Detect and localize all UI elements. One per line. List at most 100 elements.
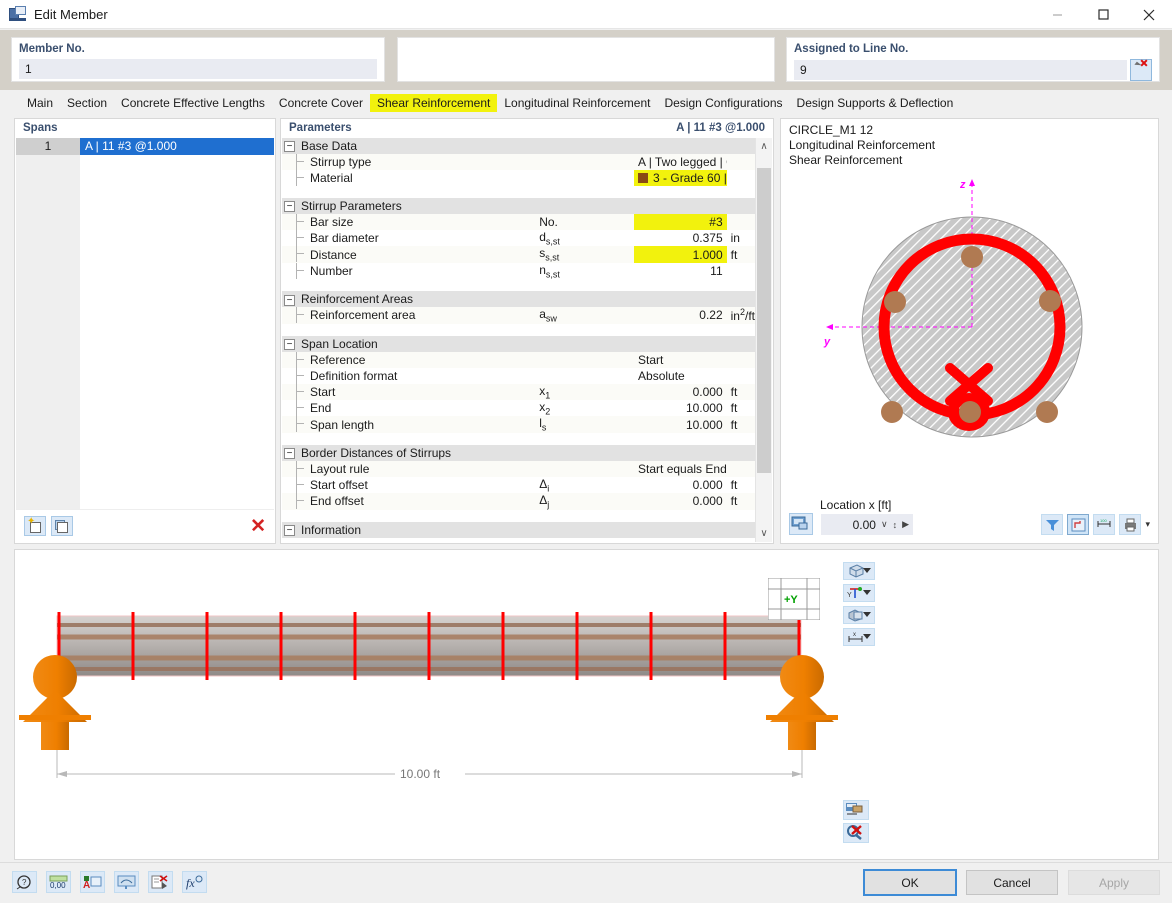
parameter-group-header[interactable]: − Border Distances of Stirrups (282, 444, 772, 461)
span-row-empty[interactable] (16, 342, 274, 359)
view-cube[interactable]: +Y (767, 577, 821, 621)
tab-main[interactable]: Main (20, 94, 60, 112)
parameter-value[interactable]: 1.000 (634, 246, 727, 263)
label-icon[interactable]: A (80, 871, 105, 893)
parameter-value[interactable]: 0.375 (634, 230, 727, 247)
help-icon[interactable]: ? (12, 871, 37, 893)
parameters-table[interactable]: −Base DataStirrup typeA | Two legged | C… (282, 138, 772, 538)
span-row-empty[interactable] (16, 359, 274, 376)
minimize-button[interactable] (1034, 0, 1080, 29)
parameter-value[interactable]: 10.000 (634, 399, 727, 417)
location-next-icon[interactable]: ▶ (902, 519, 909, 530)
span-row-empty[interactable] (16, 478, 274, 495)
display-icon[interactable] (114, 871, 139, 893)
render-mode-icon[interactable] (843, 562, 875, 580)
parameter-value[interactable]: 3 - Grade 60 | Isotropic... (634, 170, 727, 186)
parameter-value[interactable]: 11 (634, 262, 727, 280)
span-row-empty[interactable] (16, 461, 274, 478)
axis-system-icon[interactable]: Y (843, 584, 875, 602)
parameter-row[interactable]: Number ns,st 11 (282, 262, 772, 280)
tab-concrete-cover[interactable]: Concrete Cover (272, 94, 370, 112)
dimension-icon[interactable]: 100 (1093, 514, 1116, 535)
parameter-row[interactable]: Reference Start (282, 351, 772, 368)
parameter-row[interactable]: Span length ls 10.000 ft (282, 416, 772, 433)
assigned-line-input[interactable] (794, 60, 1127, 80)
pick-icon[interactable] (148, 871, 173, 893)
filter-icon[interactable] (1041, 514, 1064, 535)
new-span-icon[interactable]: ✦ (24, 516, 46, 536)
parameter-row[interactable]: Definition format Absolute (282, 367, 772, 384)
span-row-empty[interactable] (16, 325, 274, 342)
parameter-value[interactable]: #3 (634, 214, 727, 230)
span-row-empty[interactable] (16, 189, 274, 206)
parameter-value[interactable]: Absolute (634, 367, 727, 384)
beam-3d-view[interactable]: 10.00 ft (14, 549, 1159, 860)
group-expander-icon[interactable]: − (284, 294, 295, 306)
spans-grid[interactable]: 1A | 11 #3 @1.000 (16, 138, 274, 512)
parameter-group-header[interactable]: − Reinforcement Areas (282, 291, 772, 308)
tab-longitudinal-reinforcement[interactable]: Longitudinal Reinforcement (497, 94, 657, 112)
group-expander-icon[interactable]: − (284, 524, 295, 536)
parameter-value[interactable]: 0.000 (634, 493, 727, 510)
parameter-value[interactable]: Start (634, 351, 727, 368)
cross-section-drawing[interactable]: z y (782, 169, 1157, 499)
copy-span-icon[interactable] (51, 516, 73, 536)
group-expander-icon[interactable]: − (284, 338, 295, 350)
parameter-row[interactable]: Stirrup type A | Two legged | Closed | ..… (282, 154, 772, 170)
section-view-icon[interactable] (1067, 514, 1090, 535)
location-dropdown-icon[interactable]: ∨ (881, 519, 888, 530)
close-button[interactable] (1126, 0, 1172, 29)
dimension-style-icon[interactable]: x (843, 628, 875, 646)
group-expander-icon[interactable]: − (284, 201, 295, 213)
span-row-empty[interactable] (16, 240, 274, 257)
section-settings-icon[interactable] (843, 800, 869, 820)
span-row-empty[interactable] (16, 172, 274, 189)
parameter-group-header[interactable]: − Span Location (282, 335, 772, 352)
parameter-group-header[interactable]: − Base Data (282, 138, 772, 154)
scrollbar-thumb[interactable] (757, 168, 771, 473)
numeric-format-icon[interactable]: 0,00 (46, 871, 71, 893)
ok-button[interactable]: OK (863, 869, 957, 896)
parameter-row[interactable]: Reinforcement area asw 0.22 in2/ft (282, 307, 772, 324)
clear-selection-icon[interactable] (843, 823, 869, 843)
span-row-empty[interactable] (16, 257, 274, 274)
span-row[interactable]: 1A | 11 #3 @1.000 (16, 138, 274, 155)
parameter-row[interactable]: Bar size No. #3 (282, 214, 772, 230)
parameter-value[interactable]: A | Two legged | Closed | ... (634, 154, 727, 170)
pick-line-button[interactable] (1130, 59, 1152, 81)
render-settings-icon[interactable] (789, 513, 813, 535)
parameter-row[interactable]: Layout rule Start equals End (282, 460, 772, 477)
cancel-button[interactable]: Cancel (966, 870, 1058, 895)
parameters-scrollbar[interactable]: ∧ ∨ (755, 138, 772, 542)
group-expander-icon[interactable]: − (284, 448, 295, 460)
parameter-row[interactable]: End x2 10.000 ft (282, 399, 772, 417)
span-row-empty[interactable] (16, 223, 274, 240)
span-row-empty[interactable] (16, 274, 274, 291)
tab-shear-reinforcement[interactable]: Shear Reinforcement (369, 93, 498, 112)
parameter-row[interactable]: End offset Δj 0.000 ft (282, 493, 772, 510)
span-row-empty[interactable] (16, 291, 274, 308)
span-row-empty[interactable] (16, 427, 274, 444)
scroll-up-icon[interactable]: ∧ (756, 138, 772, 155)
view-style-icon[interactable] (843, 606, 875, 624)
print-dropdown-icon[interactable]: ▾ (1145, 519, 1150, 530)
parameter-value[interactable]: 10.000 (634, 416, 727, 433)
parameter-row[interactable]: Start x1 0.000 ft (282, 383, 772, 400)
group-expander-icon[interactable]: − (284, 141, 295, 153)
span-row-empty[interactable] (16, 410, 274, 427)
span-row-empty[interactable] (16, 308, 274, 325)
parameter-row[interactable]: Distance ss,st 1.000 ft (282, 246, 772, 263)
tab-design-supports-deflection[interactable]: Design Supports & Deflection (790, 94, 961, 112)
parameter-row[interactable]: Material 3 - Grade 60 | Isotropic... (282, 170, 772, 186)
parameter-group-header[interactable]: − Stirrup Parameters (282, 198, 772, 214)
parameter-group-header[interactable]: − Information (282, 521, 772, 538)
maximize-button[interactable] (1080, 0, 1126, 29)
parameter-value[interactable]: 0.000 (634, 383, 727, 400)
parameter-value[interactable]: 0.000 (634, 476, 727, 494)
span-row-empty[interactable] (16, 155, 274, 172)
span-row-empty[interactable] (16, 393, 274, 410)
location-stepper-icon[interactable]: ↕ (893, 520, 898, 530)
parameter-value[interactable]: Start equals End (634, 460, 727, 477)
tab-design-configurations[interactable]: Design Configurations (657, 94, 789, 112)
print-icon[interactable] (1119, 514, 1142, 535)
